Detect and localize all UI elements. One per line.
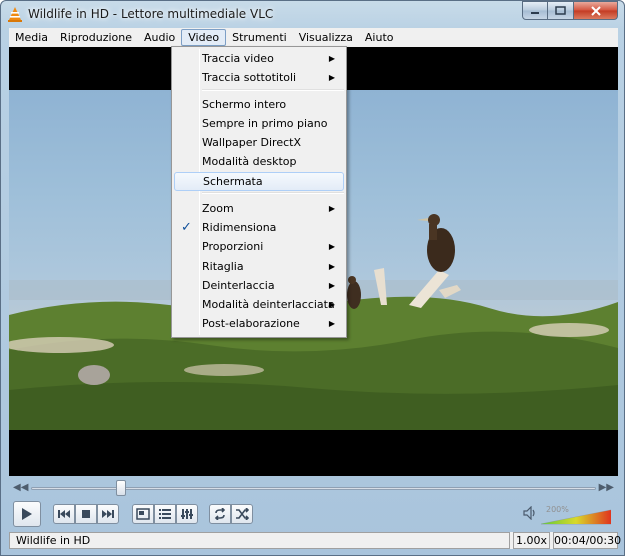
video-menu-dropdown: Traccia video ▶ Traccia sottotitoli ▶ Scherm…: [171, 46, 347, 338]
next-icon: [102, 510, 114, 518]
menu-item-traccia-sottotitoli[interactable]: Traccia sottotitoli ▶: [174, 68, 344, 87]
loop-button[interactable]: [209, 504, 231, 524]
volume-slider[interactable]: [541, 505, 611, 525]
control-bar: 200%: [9, 499, 618, 531]
menu-aiuto[interactable]: Aiuto: [359, 29, 400, 46]
playlist-icon: [159, 509, 171, 519]
submenu-arrow-icon: ▶: [328, 204, 335, 213]
minimize-button[interactable]: [522, 1, 548, 20]
vlc-cone-icon: [8, 7, 22, 22]
close-button[interactable]: [574, 1, 618, 20]
seek-bar[interactable]: ◀◀ ▶▶: [9, 479, 618, 497]
menu-item-label: Proporzioni: [202, 240, 264, 253]
menu-item-label: Post-elaborazione: [202, 317, 300, 330]
seek-back-icon[interactable]: ◀◀: [13, 482, 28, 493]
fullscreen-icon: [136, 508, 150, 520]
menu-item-post-elaborazione[interactable]: Post-elaborazione ▶: [174, 314, 344, 333]
seek-handle[interactable]: [116, 480, 127, 496]
menu-item-sempre-in-primo-piano[interactable]: Sempre in primo piano: [174, 114, 344, 133]
menu-video[interactable]: Video: [181, 29, 227, 46]
play-button[interactable]: [13, 501, 41, 527]
maximize-button[interactable]: [548, 1, 574, 20]
playlist-button[interactable]: [154, 504, 176, 524]
maximize-icon: [555, 6, 566, 15]
next-button[interactable]: [97, 504, 119, 524]
loop-icon: [214, 508, 226, 520]
menu-visualizza[interactable]: Visualizza: [293, 29, 359, 46]
submenu-arrow-icon: ▶: [328, 54, 335, 63]
menu-riproduzione[interactable]: Riproduzione: [54, 29, 138, 46]
menu-item-modalità-desktop-direct3d[interactable]: Modalità desktop Direct3D: [174, 152, 344, 187]
menu-bar: Media Riproduzione Audio Video Strumenti…: [9, 28, 618, 47]
menu-item-label: Modalità deinterlacciata: [202, 298, 335, 311]
menu-item-ridimensiona[interactable]: ✓ Ridimensiona: [174, 218, 344, 237]
menu-item-deinterlaccia[interactable]: Deinterlaccia ▶: [174, 276, 344, 295]
title-bar[interactable]: Wildlife in HD - Lettore multimediale VL…: [1, 1, 624, 28]
previous-icon: [58, 510, 70, 518]
submenu-arrow-icon: ▶: [328, 242, 335, 251]
menu-item-modalità-deinterlacciata[interactable]: Modalità deinterlacciata ▶: [174, 295, 344, 314]
playback-rate[interactable]: 1.00x: [513, 532, 550, 549]
stop-button[interactable]: [75, 504, 97, 524]
menu-item-wallpaper-directx[interactable]: Wallpaper DirectX: [174, 133, 344, 152]
menu-item-label: Traccia sottotitoli: [202, 71, 297, 84]
menu-item-traccia-video[interactable]: Traccia video ▶: [174, 49, 344, 68]
window-title: Wildlife in HD - Lettore multimediale VL…: [28, 7, 274, 21]
stop-icon: [82, 510, 90, 518]
menu-item-label: Schermata: [203, 175, 263, 188]
speaker-icon[interactable]: [523, 506, 537, 520]
fullscreen-button[interactable]: [132, 504, 154, 524]
menu-item-zoom[interactable]: Zoom ▶: [174, 199, 344, 218]
menu-separator: [202, 89, 344, 91]
elapsed-time[interactable]: 00:04/00:30: [553, 532, 621, 549]
menu-audio[interactable]: Audio: [138, 29, 181, 46]
submenu-arrow-icon: ▶: [328, 281, 335, 290]
menu-item-proporzioni[interactable]: Proporzioni ▶: [174, 237, 344, 256]
submenu-arrow-icon: ▶: [328, 300, 335, 309]
status-bar: Wildlife in HD 1.00x 00:04/00:30: [9, 532, 621, 549]
menu-item-schermo-intero[interactable]: Schermo intero: [174, 95, 344, 114]
play-icon: [22, 508, 32, 520]
menu-item-label: Schermo intero: [202, 98, 287, 111]
menu-separator: [202, 192, 344, 194]
menu-item-ritaglia[interactable]: Ritaglia ▶: [174, 257, 344, 276]
menu-item-label: Sempre in primo piano: [202, 117, 328, 130]
vlc-window: Wildlife in HD - Lettore multimediale VL…: [0, 0, 625, 556]
menu-strumenti[interactable]: Strumenti: [226, 29, 293, 46]
menu-item-label: Deinterlaccia: [202, 279, 275, 292]
submenu-arrow-icon: ▶: [328, 319, 335, 328]
shuffle-button[interactable]: [231, 504, 253, 524]
submenu-arrow-icon: ▶: [328, 262, 335, 271]
checkmark-icon: ✓: [181, 220, 192, 235]
shuffle-icon: [236, 508, 249, 520]
submenu-arrow-icon: ▶: [328, 73, 335, 82]
minimize-icon: [531, 11, 539, 14]
menu-item-label: Ritaglia: [202, 260, 244, 273]
extended-settings-button[interactable]: [176, 504, 198, 524]
window-controls: [522, 1, 618, 20]
menu-item-schermata[interactable]: Schermata: [174, 172, 344, 191]
menu-media[interactable]: Media: [9, 29, 54, 46]
previous-button[interactable]: [53, 504, 75, 524]
seek-forward-icon[interactable]: ▶▶: [599, 482, 614, 493]
close-icon: [590, 5, 601, 16]
menu-item-label: Ridimensiona: [202, 221, 277, 234]
menu-item-label: Wallpaper DirectX: [202, 136, 301, 149]
equalizer-icon: [181, 509, 193, 519]
menu-item-label: Zoom: [202, 202, 234, 215]
status-media-title: Wildlife in HD: [9, 532, 510, 549]
menu-item-label: Traccia video: [202, 52, 274, 65]
